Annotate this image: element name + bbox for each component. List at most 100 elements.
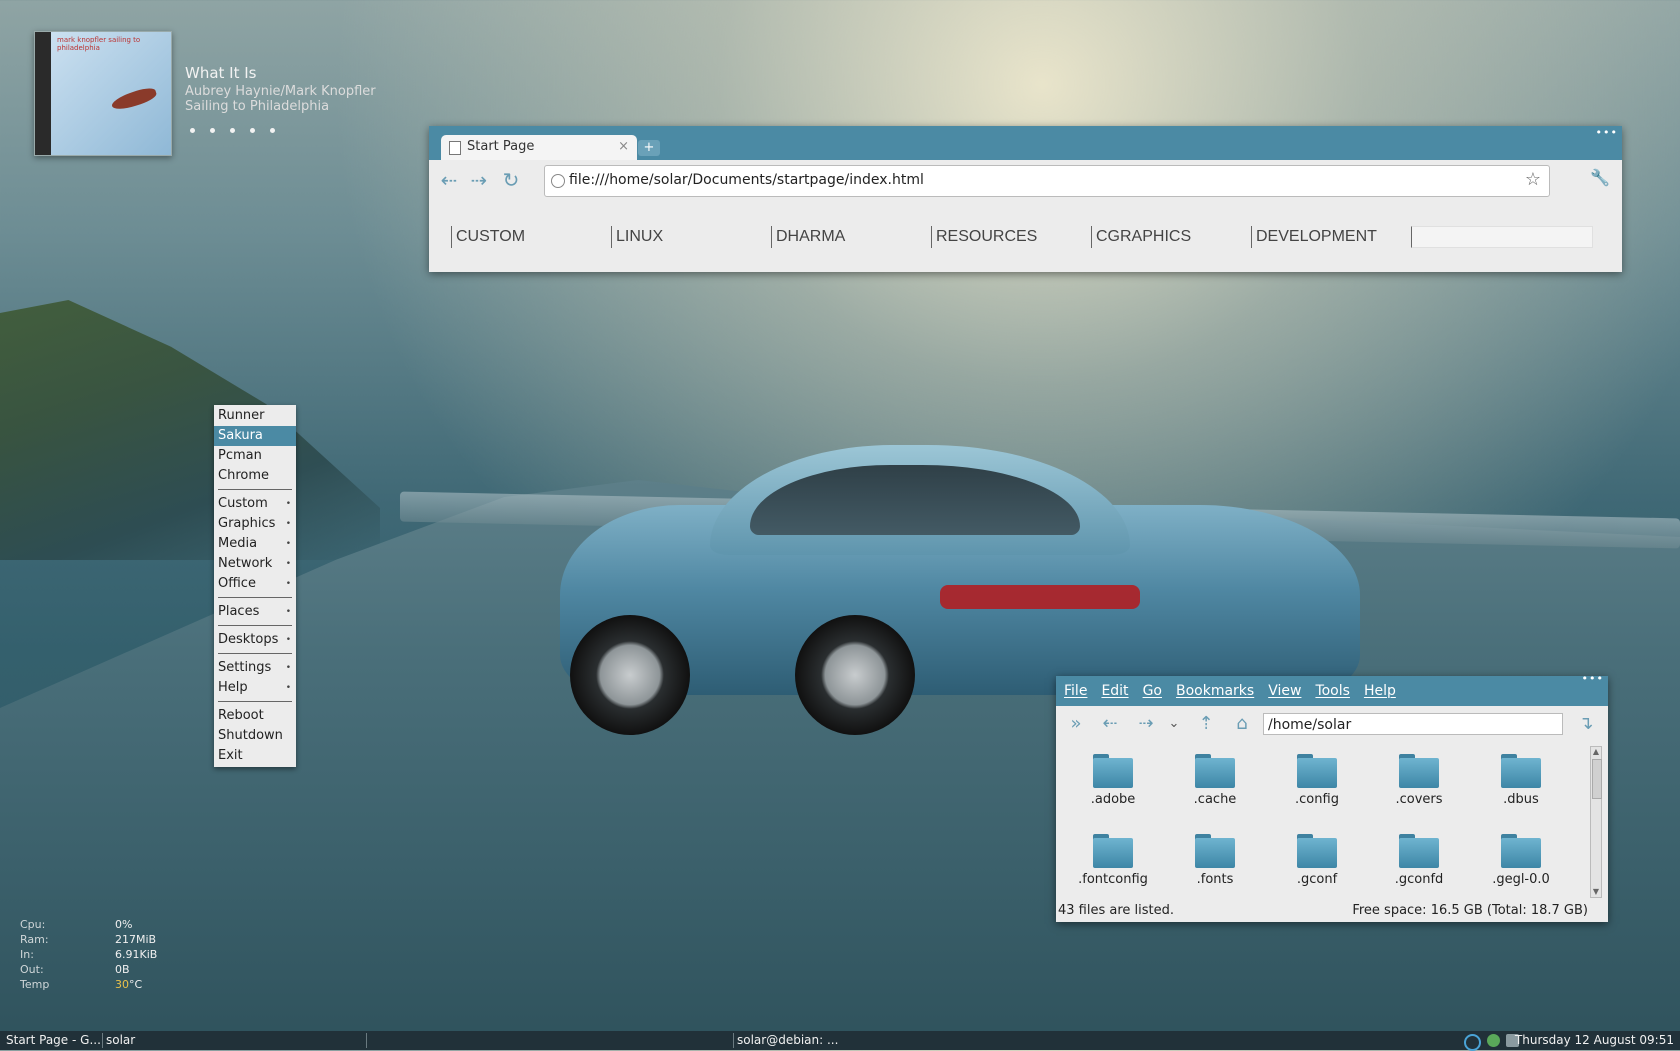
- folder-item[interactable]: .fonts: [1164, 826, 1266, 898]
- menu-item-reboot[interactable]: Reboot: [214, 706, 296, 726]
- track-rating[interactable]: [190, 128, 275, 133]
- startpage-link-custom[interactable]: CUSTOM: [451, 226, 611, 248]
- menu-bookmarks[interactable]: Bookmarks: [1176, 683, 1254, 699]
- menu-separator: [218, 653, 292, 654]
- startpage-link-dharma[interactable]: DHARMA: [771, 226, 931, 248]
- startpage-search-input[interactable]: [1411, 226, 1593, 248]
- menu-view[interactable]: View: [1268, 683, 1301, 699]
- folder-item[interactable]: .gegl-0.0: [1470, 826, 1572, 898]
- menu-item-places[interactable]: Places •: [214, 602, 296, 622]
- folder-item[interactable]: .config: [1266, 746, 1368, 818]
- menu-edit[interactable]: Edit: [1101, 683, 1128, 699]
- menu-item-graphics[interactable]: Graphics •: [214, 514, 296, 534]
- menu-item-desktops[interactable]: Desktops •: [214, 630, 296, 650]
- startpage-link-resources[interactable]: RESOURCES: [931, 226, 1091, 248]
- folder-name: .dbus: [1503, 792, 1539, 807]
- folder-item[interactable]: .dbus: [1470, 746, 1572, 818]
- menu-label: Custom: [218, 496, 268, 511]
- forward-icon[interactable]: ⇢: [1134, 712, 1158, 736]
- clock[interactable]: Thursday 12 August 09:51: [1515, 1033, 1674, 1047]
- menu-item-pcman[interactable]: Pcman: [214, 446, 296, 466]
- scroll-down-icon[interactable]: ▼: [1591, 887, 1601, 897]
- menu-item-exit[interactable]: Exit: [214, 746, 296, 766]
- browser-window: Start Page × + ••• ⇠ ⇢ ↻ file:///home/so…: [429, 126, 1622, 272]
- wrench-icon[interactable]: 🔧: [1590, 168, 1610, 187]
- forward-icon[interactable]: ⇢: [467, 168, 491, 192]
- monitor-value: 0%: [115, 918, 133, 931]
- folder-item[interactable]: .gconf: [1266, 826, 1368, 898]
- menu-item-sakura[interactable]: Sakura: [214, 426, 296, 446]
- tab-label: Start Page: [467, 139, 535, 154]
- menu-separator: [218, 597, 292, 598]
- go-icon[interactable]: ↴: [1574, 712, 1598, 736]
- rating-dot[interactable]: [210, 128, 215, 133]
- folder-item[interactable]: .covers: [1368, 746, 1470, 818]
- startpage-link-cgraphics[interactable]: CGRAPHICS: [1091, 226, 1251, 248]
- submenu-arrow-icon: •: [285, 519, 291, 529]
- menu-item-chrome[interactable]: Chrome: [214, 466, 296, 486]
- task-browser[interactable]: Start Page - G...: [6, 1033, 101, 1047]
- task-file-manager[interactable]: solar: [106, 1033, 135, 1047]
- file-manager-menubar: File Edit Go Bookmarks View Tools Help •…: [1056, 672, 1608, 706]
- path-input[interactable]: /home/solar: [1263, 713, 1563, 735]
- player-icon[interactable]: [1487, 1034, 1500, 1047]
- folder-item[interactable]: .adobe: [1062, 746, 1164, 818]
- up-icon[interactable]: ⇡: [1194, 712, 1218, 736]
- scroll-up-icon[interactable]: ▲: [1591, 747, 1601, 757]
- rating-dot[interactable]: [250, 128, 255, 133]
- window-menu-icon[interactable]: •••: [1582, 672, 1604, 685]
- network-icon[interactable]: [1464, 1034, 1481, 1051]
- folder-name: .fontconfig: [1078, 872, 1148, 887]
- menu-label: Desktops: [218, 632, 279, 647]
- startpage-link-development[interactable]: DEVELOPMENT: [1251, 226, 1411, 248]
- startpage-link-linux[interactable]: LINUX: [611, 226, 771, 248]
- folder-name: .adobe: [1090, 792, 1136, 807]
- new-tab-button[interactable]: +: [638, 140, 660, 156]
- monitor-row-in: In: 6.91KiB: [20, 947, 157, 962]
- system-tray: [1464, 1034, 1519, 1051]
- folder-item[interactable]: .gconfd: [1368, 826, 1470, 898]
- menu-item-media[interactable]: Media •: [214, 534, 296, 554]
- scroll-thumb[interactable]: [1592, 759, 1602, 799]
- menu-item-runner[interactable]: Runner: [214, 406, 296, 426]
- address-bar[interactable]: file:///home/solar/Documents/startpage/i…: [544, 165, 1550, 197]
- monitor-label: Cpu:: [20, 918, 46, 931]
- submenu-arrow-icon: •: [285, 683, 291, 693]
- back-icon[interactable]: ⇠: [437, 168, 461, 192]
- history-dropdown-icon[interactable]: ⌄: [1162, 712, 1186, 736]
- menu-item-shutdown[interactable]: Shutdown: [214, 726, 296, 746]
- bookmark-star-icon[interactable]: ☆: [1525, 169, 1541, 190]
- folder-icon: [1399, 834, 1439, 868]
- menu-item-settings[interactable]: Settings •: [214, 658, 296, 678]
- menu-file[interactable]: File: [1064, 683, 1087, 699]
- tab-start-page[interactable]: Start Page ×: [441, 135, 637, 160]
- menu-item-custom[interactable]: Custom •: [214, 494, 296, 514]
- task-terminal[interactable]: solar@debian: ...: [737, 1033, 838, 1047]
- vertical-scrollbar[interactable]: ▲ ▼: [1590, 746, 1602, 898]
- rating-dot[interactable]: [270, 128, 275, 133]
- home-icon[interactable]: ⌂: [1230, 712, 1254, 736]
- window-menu-icon[interactable]: •••: [1596, 126, 1618, 139]
- folder-icon: [1297, 834, 1337, 868]
- folder-item[interactable]: .fontconfig: [1062, 826, 1164, 898]
- rating-dot[interactable]: [190, 128, 195, 133]
- taskbar-separator: [733, 1033, 734, 1048]
- submenu-arrow-icon: •: [285, 499, 291, 509]
- folder-item[interactable]: .cache: [1164, 746, 1266, 818]
- rating-dot[interactable]: [230, 128, 235, 133]
- menu-separator: [218, 701, 292, 702]
- reload-icon[interactable]: ↻: [499, 168, 523, 192]
- menu-item-office[interactable]: Office •: [214, 574, 296, 594]
- menu-item-help[interactable]: Help •: [214, 678, 296, 698]
- address-url[interactable]: file:///home/solar/Documents/startpage/i…: [569, 172, 924, 188]
- menu-help[interactable]: Help: [1364, 683, 1396, 699]
- close-icon[interactable]: ×: [618, 139, 629, 154]
- menu-tools[interactable]: Tools: [1315, 683, 1350, 699]
- browser-titlebar[interactable]: Start Page × + •••: [429, 126, 1622, 160]
- back-icon[interactable]: ⇠: [1098, 712, 1122, 736]
- menu-item-network[interactable]: Network •: [214, 554, 296, 574]
- monitor-row-temp: Temp 30°C: [20, 977, 157, 992]
- folder-name: .covers: [1395, 792, 1443, 807]
- menu-go[interactable]: Go: [1143, 683, 1162, 699]
- side-pane-toggle-icon[interactable]: »: [1064, 712, 1088, 736]
